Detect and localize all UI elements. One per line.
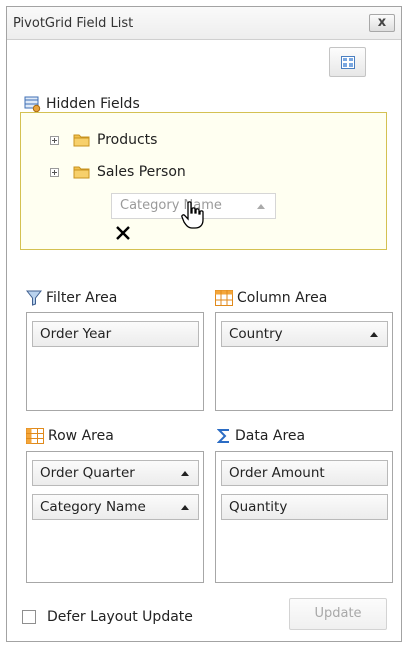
expand-icon[interactable] [50,167,59,177]
field-label: Order Amount [229,465,325,481]
defer-layout-label: Defer Layout Update [47,609,193,625]
layout-grid-icon [341,56,355,69]
tree-item-label: Products [97,132,158,148]
field-label: Order Year [40,326,112,342]
field-label: Quantity [229,499,288,515]
data-area-box[interactable]: Order Amount Quantity [215,451,393,583]
sort-arrow-icon[interactable] [181,471,189,476]
column-area-text: Column Area [237,290,328,306]
folder-icon [73,166,90,179]
filter-area-label: Filter Area [26,290,117,306]
filter-funnel-icon [26,290,42,306]
close-button[interactable]: x [369,14,395,32]
expand-icon[interactable] [50,135,59,145]
sort-arrow-icon[interactable] [370,332,378,337]
hidden-fields-icon [24,96,41,112]
row-table-icon [26,428,44,444]
tree-item-products[interactable]: Products [50,132,157,148]
update-button[interactable]: Update [289,598,387,630]
column-area-label: Column Area [215,290,327,306]
sigma-icon [217,429,229,443]
field-order-amount[interactable]: Order Amount [221,460,388,486]
sort-arrow-icon[interactable] [181,505,189,510]
layout-button[interactable] [329,47,366,77]
window-title: PivotGrid Field List [13,16,134,31]
field-quantity[interactable]: Quantity [221,494,388,520]
hidden-fields-box[interactable]: Products Sales Person Category Name [20,112,387,250]
tree-item-label: Sales Person [97,164,186,180]
column-area-box[interactable]: Country [215,312,393,411]
field-label: Category Name [40,499,146,515]
defer-layout-checkbox[interactable] [22,610,36,624]
row-area-label: Row Area [26,428,114,444]
dragging-field-label: Category Name [120,198,222,213]
row-area-text: Row Area [48,428,114,444]
hidden-fields-text: Hidden Fields [46,96,140,112]
data-area-text: Data Area [235,428,306,444]
field-order-year[interactable]: Order Year [32,321,199,347]
sort-arrow-icon [257,204,265,209]
tree-item-sales-person[interactable]: Sales Person [50,164,186,180]
filter-area-box[interactable]: Order Year [26,312,204,411]
no-drop-x-icon [116,226,130,240]
field-category-name[interactable]: Category Name [32,494,199,520]
data-area-label: Data Area [217,428,305,444]
field-label: Country [229,326,283,342]
hand-cursor-icon [181,201,204,229]
column-table-icon [215,290,233,306]
titlebar: PivotGrid Field List x [7,7,401,40]
field-order-quarter[interactable]: Order Quarter [32,460,199,486]
row-area-box[interactable]: Order Quarter Category Name [26,451,204,583]
folder-icon [73,134,90,147]
field-label: Order Quarter [40,465,135,481]
field-country[interactable]: Country [221,321,388,347]
hidden-fields-label: Hidden Fields [24,96,140,112]
filter-area-text: Filter Area [46,290,118,306]
